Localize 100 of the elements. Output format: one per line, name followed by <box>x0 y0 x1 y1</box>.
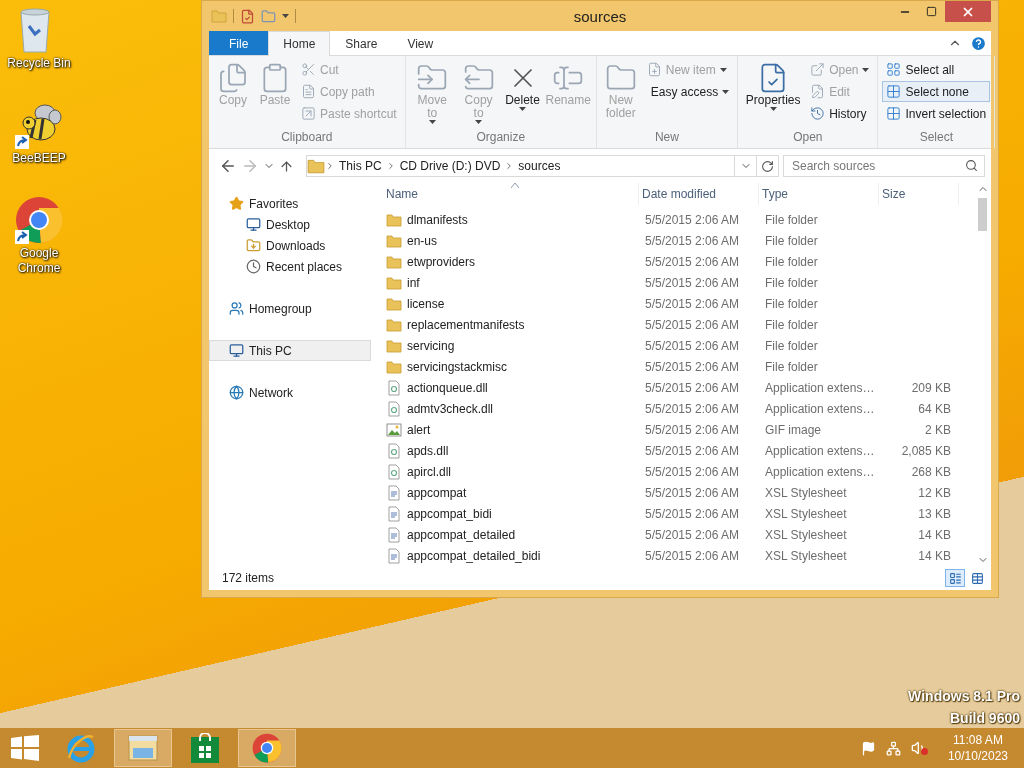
ribbon-button[interactable]: Easy access <box>642 81 734 102</box>
nav-item[interactable]: Network <box>209 382 371 403</box>
breadcrumb[interactable]: sources <box>514 159 565 173</box>
ribbon-tab[interactable]: Home <box>268 31 331 56</box>
address-bar[interactable]: This PC CD Drive (D:) DVD sources <box>306 155 779 177</box>
ribbon-button[interactable]: Select all <box>882 59 991 80</box>
file-row[interactable]: alert 5/5/2015 2:06 AM GIF image 2 KB <box>383 419 974 440</box>
caret-icon <box>428 120 436 124</box>
folder-icon[interactable] <box>261 8 276 24</box>
ribbon-button[interactable]: Select none <box>882 81 991 102</box>
help-button[interactable] <box>970 34 987 52</box>
nav-item[interactable]: Favorites <box>209 193 371 214</box>
type-cell-text: File folder <box>764 296 819 311</box>
date-cell-text: 5/5/2015 2:06 AM <box>644 380 741 395</box>
people-icon <box>229 301 244 316</box>
file-row[interactable]: admtv3check.dll 5/5/2015 2:06 AM Application extens… 64 KB <box>383 398 974 419</box>
scissors-icon <box>301 62 316 77</box>
globe-icon <box>229 385 244 400</box>
caret-icon <box>769 107 777 111</box>
ribbon-tab[interactable]: File <box>209 31 269 55</box>
browser-e-logo-icon <box>65 732 97 764</box>
type-cell-text: XSL Stylesheet <box>764 548 848 563</box>
file-row[interactable]: appcompat_bidi 5/5/2015 2:06 AM XSL Stylesheet 13 KB <box>383 503 974 524</box>
windows-logo-icon <box>11 735 39 761</box>
breadcrumb[interactable]: This PC <box>335 159 386 173</box>
column-header[interactable]: Size <box>879 183 959 205</box>
date-cell-text: 5/5/2015 2:06 AM <box>644 527 741 542</box>
checked-file-icon[interactable] <box>240 8 255 24</box>
ribbon-button[interactable]: History <box>806 103 874 124</box>
column-header[interactable]: Type <box>759 183 879 205</box>
breadcrumb[interactable]: CD Drive (D:) DVD <box>395 159 505 173</box>
file-row[interactable]: replacementmanifests 5/5/2015 2:06 AM File folder <box>383 314 974 335</box>
file-row[interactable]: servicing 5/5/2015 2:06 AM File folder <box>383 335 974 356</box>
file-row[interactable]: servicingstackmisc 5/5/2015 2:06 AM File folder <box>383 356 974 377</box>
close-button[interactable] <box>945 1 991 22</box>
action-center-button[interactable] <box>860 740 876 756</box>
size-cell-text: 13 KB <box>917 506 951 521</box>
ribbon-button[interactable]: Delete <box>502 59 543 114</box>
file-row[interactable]: etwproviders 5/5/2015 2:06 AM File folder <box>383 251 974 272</box>
date-cell-text: 5/5/2015 2:06 AM <box>644 296 741 311</box>
taskbar-app-button[interactable] <box>238 729 296 767</box>
file-row[interactable]: en-us 5/5/2015 2:06 AM File folder <box>383 230 974 251</box>
monitor-icon <box>246 217 261 232</box>
network-icon <box>885 740 901 756</box>
file-name: apircl.dll <box>407 464 451 479</box>
search-field[interactable]: Search sources <box>783 155 985 177</box>
size-cell-text: 14 KB <box>917 527 951 542</box>
ribbon-tab[interactable]: Share <box>330 31 393 55</box>
monitor-icon <box>229 343 244 358</box>
type-cell-text: XSL Stylesheet <box>764 506 848 521</box>
window-title: sources <box>572 7 628 25</box>
nav-item[interactable]: This PC <box>209 340 371 361</box>
nav-item[interactable]: Downloads <box>209 235 371 256</box>
file-row[interactable]: appcompat 5/5/2015 2:06 AM XSL Stylesheet 12 KB <box>383 482 974 503</box>
taskbar-app-button[interactable] <box>114 729 172 767</box>
file-name: apds.dll <box>407 443 449 458</box>
nav-item[interactable]: Desktop <box>209 214 371 235</box>
clock-date: 10/10/2023 <box>947 748 1008 764</box>
nav-item[interactable]: Recent places <box>209 256 371 277</box>
file-name: servicingstackmisc <box>407 359 508 374</box>
column-header[interactable]: Date modified <box>639 183 759 205</box>
folder-icon <box>386 337 402 354</box>
file-row[interactable]: apircl.dll 5/5/2015 2:06 AM Application extens… 268 KB <box>383 461 974 482</box>
ribbon-tab[interactable]: View <box>392 31 449 55</box>
file-row[interactable]: appcompat_detailed_bidi 5/5/2015 2:06 AM XSL Stylesheet 14 KB <box>383 545 974 566</box>
ribbon-button[interactable]: Properties <box>742 59 805 114</box>
column-header[interactable]: Name <box>383 183 639 205</box>
size-cell-text: 2,085 KB <box>900 443 951 458</box>
folder-window-icon <box>127 734 159 762</box>
type-cell-text: File folder <box>764 254 819 269</box>
stylesheet-file-icon <box>386 526 402 543</box>
shortcut-icon <box>301 106 316 121</box>
nav-item[interactable]: Homegroup <box>209 298 371 319</box>
back-button[interactable] <box>219 157 237 175</box>
date-cell-text: 5/5/2015 2:06 AM <box>644 506 741 521</box>
item-count: 172 items <box>222 571 275 585</box>
type-cell-text: File folder <box>764 338 819 353</box>
type-cell-text: Application extens… <box>764 380 876 395</box>
grid-icon <box>886 106 902 121</box>
file-row[interactable]: appcompat_detailed 5/5/2015 2:06 AM XSL Stylesheet 14 KB <box>383 524 974 545</box>
ribbon-button[interactable]: Invert selection <box>882 103 991 124</box>
folder-icon <box>307 157 325 175</box>
file-row[interactable]: inf 5/5/2015 2:06 AM File folder <box>383 272 974 293</box>
file-row[interactable]: actionqueue.dll 5/5/2015 2:06 AM Application extens… 209 KB <box>383 377 974 398</box>
volume-button[interactable] <box>910 740 928 756</box>
details-view-button[interactable] <box>945 569 965 587</box>
file-row[interactable]: apds.dll 5/5/2015 2:06 AM Application extens… 2,085 KB <box>383 440 974 461</box>
desktop-icon-label: BeeBEEP <box>12 151 66 166</box>
up-button[interactable] <box>279 158 294 174</box>
star-icon <box>229 196 244 211</box>
network-button[interactable] <box>885 740 901 756</box>
file-row[interactable]: license 5/5/2015 2:06 AM File folder <box>383 293 974 314</box>
shortcut-arrow-icon <box>15 135 29 149</box>
scroll-thumb[interactable] <box>978 198 987 231</box>
size-cell-text: 268 KB <box>910 464 951 479</box>
file-name: inf <box>407 275 420 290</box>
file-row[interactable]: dlmanifests 5/5/2015 2:06 AM File folder <box>383 209 974 230</box>
forward-arrow-icon <box>241 157 259 175</box>
group-label: Clipboard <box>280 130 334 146</box>
details-list-icon <box>948 571 962 585</box>
